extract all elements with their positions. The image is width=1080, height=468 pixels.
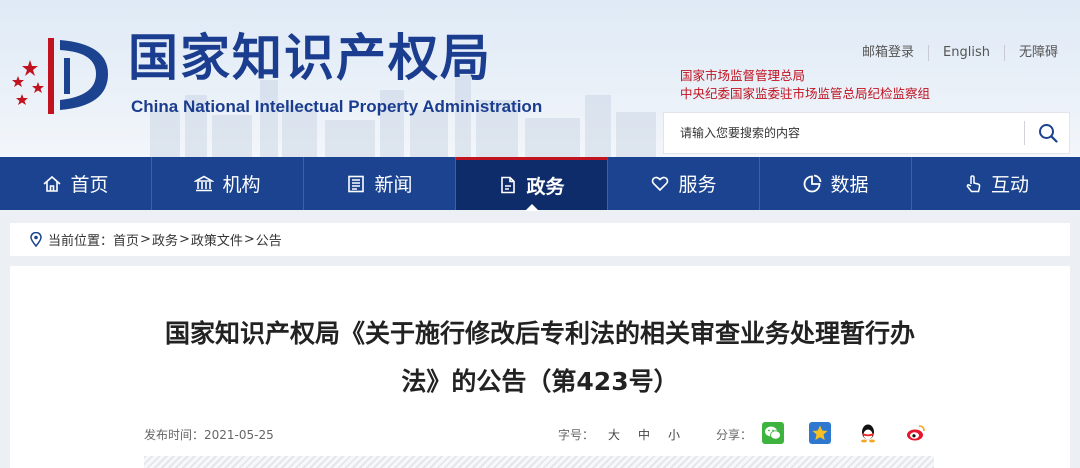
nav-item-label: 数据	[830, 174, 869, 196]
article-title-line2: 法》的公告（第423号）	[401, 367, 679, 396]
article-title-line1: 国家知识产权局《关于施行修改后专利法的相关审查业务处理暂行办	[164, 319, 915, 348]
nav-item-news[interactable]: 新闻	[304, 157, 456, 210]
breadcrumb-home[interactable]: 首页	[113, 230, 139, 249]
nav-item-interaction[interactable]: 互动	[912, 157, 1080, 210]
breadcrumb-separator: >	[178, 232, 190, 247]
breadcrumb-prefix: 当前位置：	[48, 234, 114, 249]
nav-item-label: 首页	[70, 174, 109, 196]
mail-login-link[interactable]: 邮箱登录	[848, 45, 928, 61]
pie-chart-icon	[804, 174, 822, 192]
nav-item-data[interactable]: 数据	[760, 157, 912, 210]
nav-item-services[interactable]: 服务	[608, 157, 760, 210]
nav-item-organization[interactable]: 机构	[152, 157, 304, 210]
article-panel: 国家知识产权局《关于施行修改后专利法的相关审查业务处理暂行办 法》的公告（第42…	[10, 266, 1070, 468]
nav-item-label: 互动	[990, 174, 1029, 196]
breadcrumb-separator: >	[140, 232, 151, 247]
top-links: 邮箱登录 English 无障碍	[848, 45, 1072, 61]
qzone-icon[interactable]	[809, 422, 831, 444]
location-pin-icon	[30, 232, 42, 247]
breadcrumb-policy-documents[interactable]: 政策文件	[191, 230, 243, 249]
search-box	[663, 112, 1070, 154]
breadcrumb: 当前位置： 首页 > 政务 > 政策文件 > 公告	[10, 223, 1070, 256]
qq-icon[interactable]	[857, 422, 879, 444]
nav-item-label: 服务	[678, 174, 717, 196]
search-icon	[1038, 124, 1058, 143]
article-meta: 发布时间：2021-05-25 字号： 大 中 小 分享：	[10, 422, 1070, 446]
share-label: 分享：	[716, 428, 753, 442]
touch-icon	[966, 174, 981, 192]
publish-date-value: 2021-05-25	[204, 428, 274, 442]
english-link[interactable]: English	[928, 45, 1004, 61]
breadcrumb-separator: >	[243, 232, 255, 247]
affiliate-links: 国家市场监督管理总局 中央纪委国家监委驻市场监管总局纪检监察组	[680, 67, 930, 103]
font-size-large-button[interactable]: 大	[608, 426, 620, 443]
samr-link[interactable]: 国家市场监督管理总局	[680, 67, 930, 85]
breadcrumb-announcements[interactable]: 公告	[256, 230, 282, 249]
publish-date-label: 发布时间：	[144, 428, 205, 442]
nav-item-government-affairs[interactable]: 政务	[456, 157, 608, 211]
weibo-icon[interactable]	[905, 422, 927, 444]
document-icon	[501, 176, 516, 194]
search-input[interactable]	[664, 113, 1024, 153]
building-icon	[194, 175, 215, 191]
article-title: 国家知识产权局《关于施行修改后专利法的相关审查业务处理暂行办 法》的公告（第42…	[140, 310, 940, 406]
publish-date: 发布时间：2021-05-25	[144, 426, 274, 443]
font-size-label: 字号：	[558, 428, 595, 442]
newspaper-icon	[348, 175, 365, 192]
wechat-icon[interactable]	[762, 422, 784, 444]
search-button[interactable]	[1025, 113, 1070, 153]
main-nav: 首页 机构 新闻 政务 服务 数据 互动	[0, 157, 1080, 211]
font-size-small-button[interactable]: 小	[668, 426, 680, 443]
home-icon	[43, 175, 62, 192]
content-divider	[144, 456, 934, 468]
nav-item-label: 新闻	[374, 174, 413, 196]
site-title[interactable]: 国家知识产权局	[128, 30, 492, 86]
breadcrumb-government-affairs[interactable]: 政务	[152, 230, 178, 249]
nav-item-label: 机构	[222, 174, 261, 196]
cnipa-logo-icon[interactable]	[8, 30, 118, 114]
accessibility-link[interactable]: 无障碍	[1003, 45, 1072, 61]
font-size-control: 字号： 大 中 小	[558, 426, 698, 443]
font-size-medium-button[interactable]: 中	[638, 426, 650, 443]
nav-item-label: 政务	[526, 175, 565, 198]
heart-hand-icon	[652, 176, 669, 191]
site-subtitle: China National Intellectual Property Adm…	[131, 97, 543, 116]
discipline-link[interactable]: 中央纪委国家监委驻市场监管总局纪检监察组	[680, 85, 930, 103]
nav-item-home[interactable]: 首页	[0, 157, 152, 210]
site-header: 国家知识产权局 China National Intellectual Prop…	[0, 0, 1080, 157]
